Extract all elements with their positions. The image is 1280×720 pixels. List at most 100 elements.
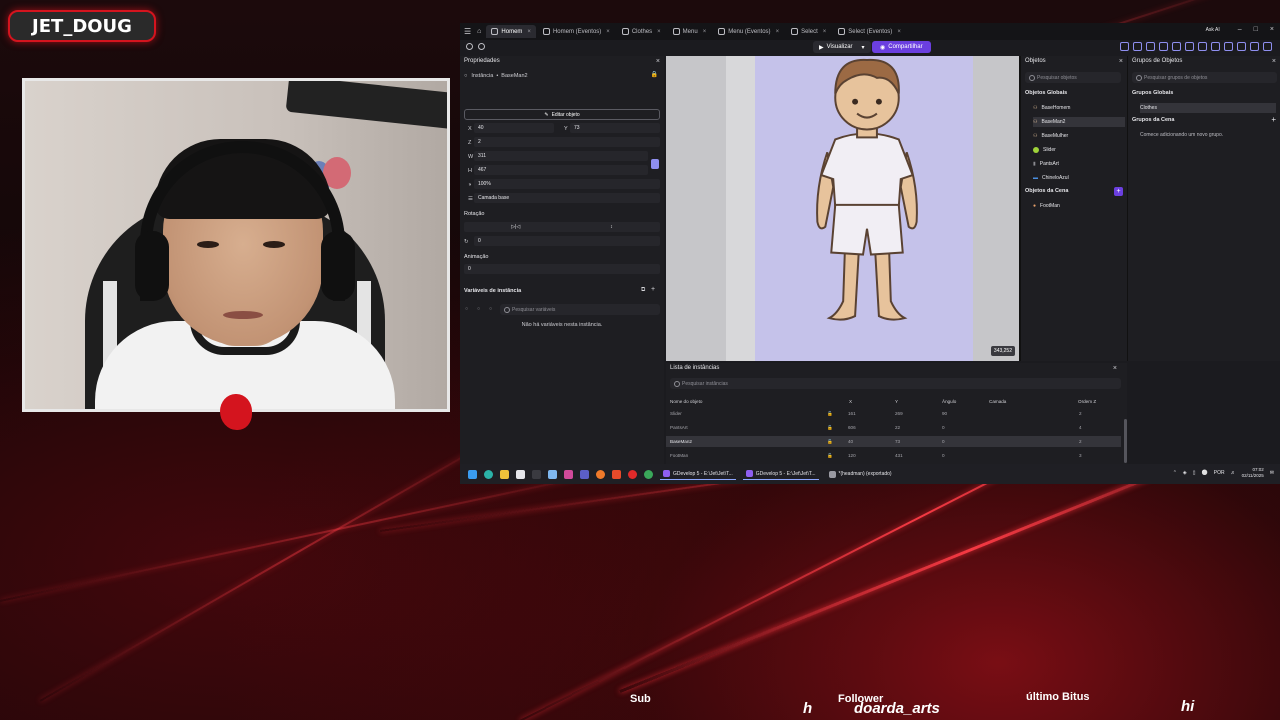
close-icon[interactable]: ×: [1113, 365, 1117, 372]
share-button[interactable]: ◉ Compartilhar: [872, 41, 931, 53]
menu-icon[interactable]: ☰: [464, 27, 471, 36]
close-icon[interactable]: ×: [1119, 58, 1123, 65]
redo-icon[interactable]: [1224, 42, 1233, 51]
lock-icon[interactable]: 🔒: [651, 71, 658, 78]
minimize-icon[interactable]: –: [1238, 26, 1242, 33]
variables-search-input[interactable]: Pesquisar variáveis: [500, 304, 660, 315]
link-size-toggle[interactable]: [651, 159, 659, 169]
table-row[interactable]: BaseMan2 🔓 40 73 0 2: [666, 436, 1121, 447]
global-objects-title[interactable]: Objetos Globais: [1025, 90, 1067, 96]
groups-search-input[interactable]: Pesquisar grupos de objetos: [1132, 72, 1277, 83]
column-header-y[interactable]: Y: [895, 399, 898, 404]
close-icon[interactable]: ×: [703, 29, 707, 35]
save-icon[interactable]: [478, 43, 485, 50]
clock[interactable]: 07:02 02/11/2025: [1242, 467, 1264, 479]
battery-icon[interactable]: ▯: [1193, 470, 1196, 476]
instances-scrollbar[interactable]: [1124, 419, 1127, 463]
network-icon[interactable]: ◈: [1183, 470, 1187, 476]
add-object-button[interactable]: +: [1114, 187, 1123, 196]
close-icon[interactable]: ×: [776, 29, 780, 35]
object-item-footman[interactable]: ● FootMan: [1033, 201, 1125, 211]
tab-select[interactable]: Select ×: [786, 25, 831, 38]
lock-icon[interactable]: 🔓: [827, 411, 833, 417]
variables-tool-icon[interactable]: ○: [489, 306, 492, 312]
column-header-name[interactable]: Nome do objeto: [670, 399, 702, 404]
opacity-input[interactable]: 100%: [474, 179, 660, 189]
close-icon[interactable]: ×: [656, 58, 660, 65]
tab-clothes[interactable]: Clothes ×: [617, 25, 666, 38]
tab-homem[interactable]: Homem ×: [486, 25, 536, 38]
flip-buttons[interactable]: ▷|◁ ↕: [464, 222, 660, 232]
scene-objects-title[interactable]: Objetos da Cena: [1025, 188, 1068, 194]
brave-icon[interactable]: [612, 469, 621, 479]
terminal-icon[interactable]: [532, 469, 541, 479]
height-input[interactable]: 467: [474, 165, 648, 175]
variables-tool-icon[interactable]: ○: [477, 306, 480, 312]
tab-menu[interactable]: Menu ×: [668, 25, 712, 38]
table-row[interactable]: FootMan 🔓 120 431 0 3: [666, 450, 1121, 461]
add-icon[interactable]: +: [651, 286, 655, 293]
history-icon[interactable]: [466, 43, 473, 50]
object-item-pantsart[interactable]: ▮ PantsArt: [1033, 159, 1125, 169]
file-explorer-icon[interactable]: [500, 469, 509, 479]
animation-input[interactable]: 0: [464, 264, 660, 274]
opera-icon[interactable]: [628, 469, 637, 479]
add-group-icon[interactable]: +: [1271, 115, 1276, 124]
z-input[interactable]: 2: [474, 137, 660, 147]
flip-horizontal-icon[interactable]: ▷|◁: [511, 224, 520, 230]
close-icon[interactable]: ×: [1272, 58, 1276, 65]
global-groups-title[interactable]: Grupos Globais: [1132, 90, 1173, 96]
close-icon[interactable]: ×: [527, 29, 531, 35]
scene-groups-title[interactable]: Grupos da Cena: [1132, 117, 1174, 123]
column-header-angle[interactable]: Ângulo: [942, 399, 956, 404]
lock-icon[interactable]: 🔓: [827, 453, 833, 459]
object-item-baseman2[interactable]: ⚇ BaseMan2: [1033, 117, 1125, 127]
objects-panel-icon[interactable]: [1120, 42, 1129, 51]
edit-object-button[interactable]: ✎ Editar objeto: [464, 109, 660, 120]
instances-panel-icon[interactable]: [1159, 42, 1168, 51]
width-input[interactable]: 311: [474, 151, 648, 161]
close-window-icon[interactable]: ×: [1270, 26, 1274, 33]
microphone-icon[interactable]: ⚪: [1202, 470, 1208, 476]
groups-panel-icon[interactable]: [1133, 42, 1142, 51]
delete-icon[interactable]: [1250, 42, 1259, 51]
chevron-up-icon[interactable]: ⌃: [1173, 470, 1177, 476]
more-icon[interactable]: [1263, 42, 1272, 51]
object-item-basemulher[interactable]: ⚇ BaseMulher: [1033, 131, 1125, 141]
store-icon[interactable]: [516, 469, 525, 479]
open-external-icon[interactable]: ⧉: [641, 287, 645, 294]
edge-icon[interactable]: [484, 469, 493, 479]
home-icon[interactable]: ⌂: [477, 28, 481, 35]
properties-panel-icon[interactable]: [1146, 42, 1155, 51]
tab-menu-eventos[interactable]: Menu (Eventos) ×: [713, 25, 784, 38]
instagram-icon[interactable]: [564, 469, 573, 479]
column-header-layer[interactable]: Camada: [989, 399, 1006, 404]
close-icon[interactable]: ×: [823, 29, 827, 35]
object-item-basehomem[interactable]: ⚇ BaseHomem: [1033, 103, 1125, 113]
layers-icon[interactable]: [1172, 42, 1181, 51]
taskbar-app-export[interactable]: *(headman) (exportado): [826, 469, 895, 480]
zoom-icon[interactable]: [1237, 42, 1246, 51]
photos-icon[interactable]: [548, 469, 557, 479]
grid-icon[interactable]: [1185, 42, 1194, 51]
maximize-icon[interactable]: □: [1254, 26, 1258, 33]
baseman-character[interactable]: [807, 58, 927, 326]
x-input[interactable]: 40: [474, 123, 554, 133]
chrome-icon[interactable]: [644, 469, 653, 479]
column-header-x[interactable]: X: [849, 399, 852, 404]
group-item-clothes[interactable]: Clothes: [1140, 103, 1276, 113]
taskbar-app-gdevelop[interactable]: GDevelop 5 - E:\Jet\Jet\T...: [660, 468, 736, 480]
preview-button[interactable]: ▶ Visualizar ▾: [813, 41, 871, 53]
windows-start-icon[interactable]: [468, 469, 477, 479]
ask-ai-button[interactable]: Ask AI: [1206, 27, 1220, 33]
close-icon[interactable]: ×: [897, 29, 901, 35]
language-indicator[interactable]: POR: [1214, 470, 1225, 476]
lock-icon[interactable]: 🔓: [827, 439, 833, 445]
chevron-down-icon[interactable]: ▾: [862, 44, 865, 51]
settings-icon[interactable]: [1198, 42, 1207, 51]
close-icon[interactable]: ×: [657, 29, 661, 35]
y-input[interactable]: 73: [570, 123, 660, 133]
lock-icon[interactable]: 🔓: [827, 425, 833, 431]
table-row[interactable]: PantsArt 🔓 606 22 0 4: [666, 422, 1121, 433]
notifications-icon[interactable]: ✉: [1270, 470, 1274, 476]
